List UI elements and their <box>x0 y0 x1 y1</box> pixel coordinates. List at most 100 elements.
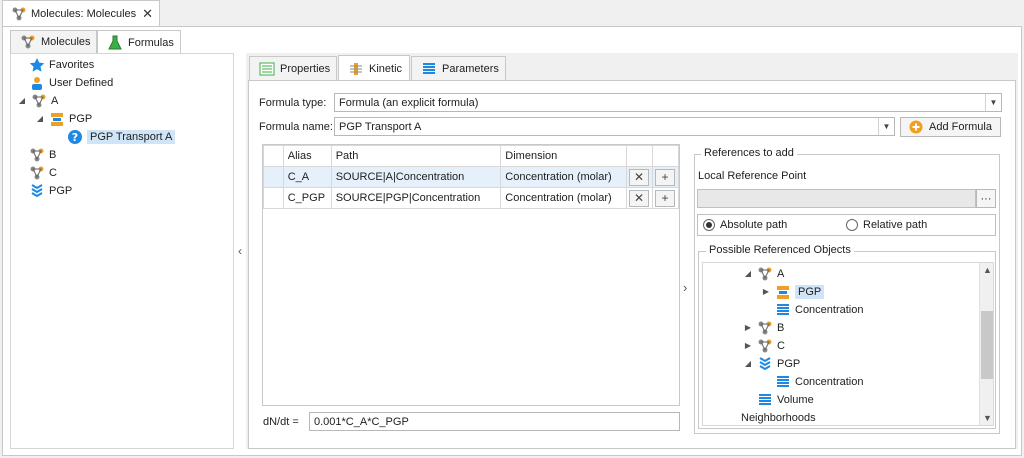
column-header-path[interactable]: Path <box>330 145 502 167</box>
parameter-icon <box>757 392 773 408</box>
collapsed-arrow-icon[interactable]: ▶ <box>743 341 753 350</box>
tree-item-b[interactable]: B <box>29 146 56 163</box>
star-icon <box>29 57 45 73</box>
chevron-left-icon: ‹ <box>238 244 242 258</box>
tree-item-pgp-child[interactable]: ◢ PGP <box>35 110 92 127</box>
document-tab[interactable]: Molecules: Molecules ✕ <box>2 0 160 26</box>
tab-formulas[interactable]: Formulas <box>97 30 181 54</box>
molecule-icon <box>31 93 47 109</box>
scrollbar-thumb[interactable] <box>981 311 993 379</box>
alias-cell[interactable]: C_A <box>282 166 332 188</box>
ref-item-volume[interactable]: Volume <box>757 391 814 408</box>
formula-name-value: PGP Transport A <box>339 120 422 133</box>
browse-button[interactable]: ··· <box>976 189 996 208</box>
remove-row-button[interactable]: ✕ <box>629 189 650 207</box>
dndt-value: 0.001*C_A*C_PGP <box>314 415 409 428</box>
ref-item-c[interactable]: ▶ C <box>743 337 785 354</box>
tab-properties[interactable]: Properties <box>249 56 337 81</box>
tab-molecules[interactable]: Molecules <box>10 30 97 53</box>
molecule-icon <box>20 34 36 50</box>
radio-unselected-icon <box>846 219 858 231</box>
ref-item-pgp[interactable]: ▶ PGP <box>761 283 825 300</box>
chevron-down-icon[interactable]: ▼ <box>878 118 894 135</box>
alias-table: Alias Path Dimension C_A SOURCE|A|Concen… <box>263 145 680 209</box>
references-group-title: References to add <box>701 147 797 159</box>
ellipsis-icon: ··· <box>980 192 992 205</box>
absolute-path-label: Absolute path <box>720 219 788 231</box>
parameter-icon <box>775 374 791 390</box>
help-icon: ? <box>67 129 83 145</box>
collapsed-arrow-icon[interactable]: ▶ <box>761 287 771 296</box>
formula-type-label: Formula type: <box>259 97 327 109</box>
protein-icon <box>29 183 45 199</box>
tree-item-favorites[interactable]: Favorites <box>29 56 94 73</box>
dndt-input[interactable]: 0.001*C_A*C_PGP <box>309 412 680 431</box>
add-reference-arrow[interactable]: › <box>683 280 693 296</box>
ref-item-neighborhoods[interactable]: Neighborhoods <box>741 409 816 425</box>
parameters-icon <box>421 61 437 77</box>
possible-objects-tree: ◢ A ▶ PGP Concentration ▶ B ▶ C ◢ PGP Co… <box>702 262 994 426</box>
collapse-panel-button[interactable]: ‹ <box>234 53 246 449</box>
ref-item-pgp2[interactable]: ◢ PGP <box>743 355 800 372</box>
transporter-icon <box>775 284 791 300</box>
tree-label: B <box>777 321 785 334</box>
ref-item-a[interactable]: ◢ A <box>743 265 784 282</box>
plus-icon: + <box>661 170 669 184</box>
expanded-arrow-icon[interactable]: ◢ <box>35 114 45 123</box>
tree-item-pgp-transport-a[interactable]: ? PGP Transport A <box>67 128 176 145</box>
remove-cell: ✕ <box>626 187 653 209</box>
column-header-dimension[interactable]: Dimension <box>500 145 628 167</box>
tree-item-c[interactable]: C <box>29 164 57 181</box>
expanded-arrow-icon[interactable]: ◢ <box>743 269 753 278</box>
dndt-label: dN/dt = <box>263 416 299 428</box>
tree-label: C <box>777 339 785 352</box>
protein-icon <box>757 356 773 372</box>
formula-name-select[interactable]: PGP Transport A ▼ <box>334 117 895 136</box>
remove-row-button[interactable]: ✕ <box>629 168 650 186</box>
local-reference-input[interactable] <box>697 189 976 208</box>
table-row[interactable]: C_PGP SOURCE|PGP|Concentration Concentra… <box>263 187 680 209</box>
collapsed-arrow-icon[interactable]: ▶ <box>743 323 753 332</box>
absolute-path-radio[interactable]: Absolute path <box>703 219 787 231</box>
tree-item-pgp[interactable]: PGP <box>29 182 72 199</box>
tree-label: PGP <box>69 112 93 125</box>
add-row-button[interactable]: + <box>654 168 675 186</box>
path-cell[interactable]: SOURCE|A|Concentration <box>330 166 502 188</box>
tree-label: User Defined <box>49 76 114 89</box>
formula-type-select[interactable]: Formula (an explicit formula) ▼ <box>334 93 1002 112</box>
close-icon[interactable]: ✕ <box>142 6 153 22</box>
tab-parameters[interactable]: Parameters <box>411 56 506 81</box>
expanded-arrow-icon[interactable]: ◢ <box>17 96 27 105</box>
relative-path-radio[interactable]: Relative path <box>846 219 927 231</box>
tree-label: A <box>777 267 785 280</box>
tab-kinetic[interactable]: Kinetic <box>338 55 410 81</box>
alias-cell[interactable]: C_PGP <box>282 187 332 209</box>
tree-label: B <box>49 148 57 161</box>
add-formula-button[interactable]: Add Formula <box>900 117 1001 137</box>
document-tab-title: Molecules: Molecules <box>31 7 137 20</box>
ref-item-b[interactable]: ▶ B <box>743 319 784 336</box>
tab-label: Parameters <box>442 63 499 75</box>
add-row-button[interactable]: + <box>654 189 675 207</box>
chevron-down-icon[interactable]: ▼ <box>983 413 992 423</box>
row-indicator <box>263 166 284 188</box>
plus-icon: + <box>661 191 669 205</box>
formula-tree: Favorites User Defined ◢ A ◢ PGP ? PGP T… <box>10 53 234 449</box>
ref-item-pgp-concentration[interactable]: Concentration <box>775 373 864 390</box>
tree-label: PGP <box>49 184 73 197</box>
tree-label: Volume <box>777 393 814 406</box>
chevron-up-icon[interactable]: ▲ <box>983 265 992 275</box>
path-cell[interactable]: SOURCE|PGP|Concentration <box>330 187 502 209</box>
tree-item-a[interactable]: ◢ A <box>17 92 58 109</box>
tree-label: Favorites <box>49 58 95 71</box>
dimension-cell[interactable]: Concentration (molar) <box>500 166 628 188</box>
ref-item-a-concentration[interactable]: Concentration <box>775 301 864 318</box>
chevron-down-icon[interactable]: ▼ <box>985 94 1001 111</box>
table-row[interactable]: C_A SOURCE|A|Concentration Concentration… <box>263 166 680 188</box>
vertical-scrollbar[interactable]: ▲ ▼ <box>979 263 993 425</box>
close-icon: ✕ <box>633 170 645 184</box>
column-header-alias[interactable]: Alias <box>282 145 332 167</box>
expanded-arrow-icon[interactable]: ◢ <box>743 359 753 368</box>
tree-item-user-defined[interactable]: User Defined <box>29 74 113 91</box>
dimension-cell[interactable]: Concentration (molar) <box>500 187 628 209</box>
